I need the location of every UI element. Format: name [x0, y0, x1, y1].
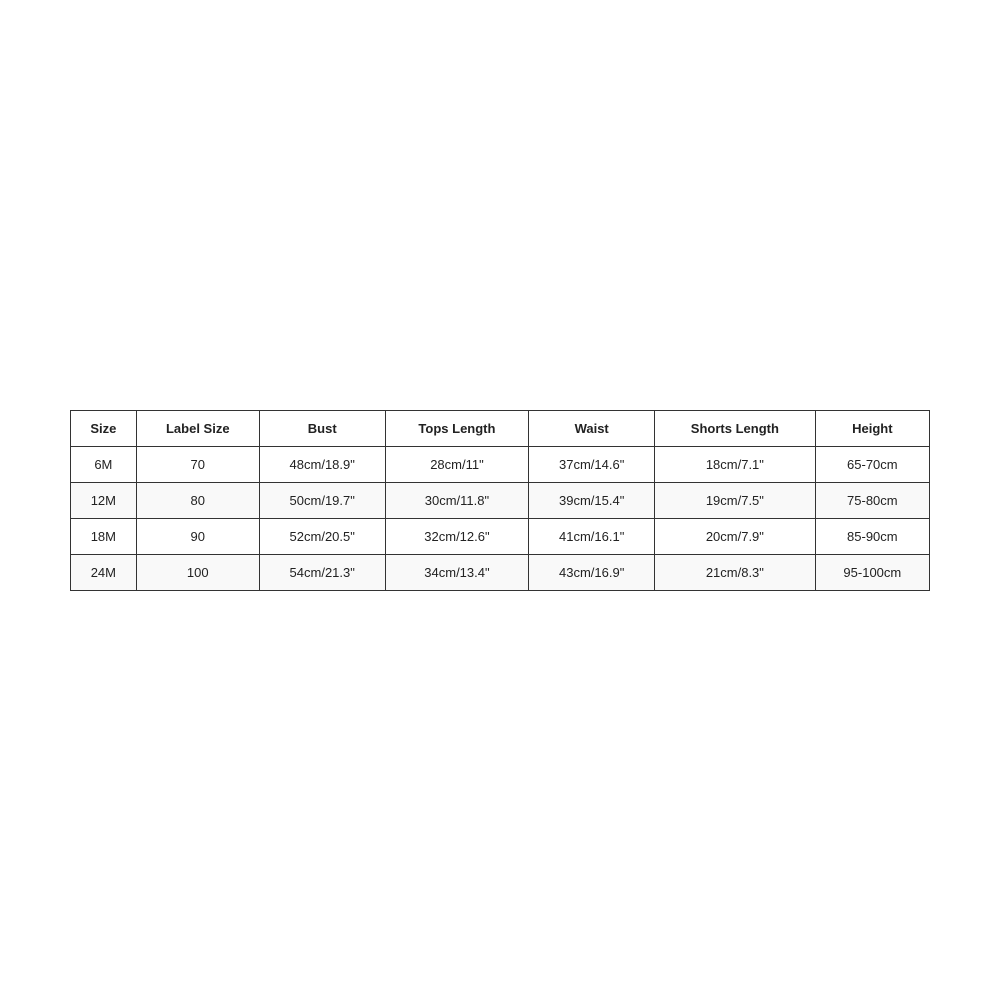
col-header-height: Height — [815, 410, 929, 446]
size-chart-table: Size Label Size Bust Tops Length Waist S… — [70, 410, 930, 591]
col-header-size: Size — [71, 410, 137, 446]
cell-label-size: 100 — [136, 554, 259, 590]
cell-height: 85-90cm — [815, 518, 929, 554]
cell-height: 75-80cm — [815, 482, 929, 518]
cell-label-size: 90 — [136, 518, 259, 554]
cell-size: 12M — [71, 482, 137, 518]
cell-waist: 39cm/15.4" — [529, 482, 655, 518]
col-header-waist: Waist — [529, 410, 655, 446]
col-header-tops-length: Tops Length — [385, 410, 529, 446]
cell-bust: 52cm/20.5" — [259, 518, 385, 554]
cell-tops-length: 32cm/12.6" — [385, 518, 529, 554]
table-row: 18M9052cm/20.5"32cm/12.6"41cm/16.1"20cm/… — [71, 518, 930, 554]
table-row: 6M7048cm/18.9"28cm/11"37cm/14.6"18cm/7.1… — [71, 446, 930, 482]
cell-waist: 37cm/14.6" — [529, 446, 655, 482]
table-row: 24M10054cm/21.3"34cm/13.4"43cm/16.9"21cm… — [71, 554, 930, 590]
cell-waist: 43cm/16.9" — [529, 554, 655, 590]
cell-label-size: 80 — [136, 482, 259, 518]
cell-shorts-length: 18cm/7.1" — [655, 446, 816, 482]
cell-bust: 50cm/19.7" — [259, 482, 385, 518]
size-chart-container: Size Label Size Bust Tops Length Waist S… — [70, 410, 930, 591]
col-header-shorts-length: Shorts Length — [655, 410, 816, 446]
cell-size: 24M — [71, 554, 137, 590]
cell-tops-length: 34cm/13.4" — [385, 554, 529, 590]
table-row: 12M8050cm/19.7"30cm/11.8"39cm/15.4"19cm/… — [71, 482, 930, 518]
cell-shorts-length: 21cm/8.3" — [655, 554, 816, 590]
col-header-bust: Bust — [259, 410, 385, 446]
table-header-row: Size Label Size Bust Tops Length Waist S… — [71, 410, 930, 446]
cell-waist: 41cm/16.1" — [529, 518, 655, 554]
cell-shorts-length: 20cm/7.9" — [655, 518, 816, 554]
cell-tops-length: 28cm/11" — [385, 446, 529, 482]
col-header-label-size: Label Size — [136, 410, 259, 446]
cell-height: 65-70cm — [815, 446, 929, 482]
cell-label-size: 70 — [136, 446, 259, 482]
cell-size: 6M — [71, 446, 137, 482]
cell-shorts-length: 19cm/7.5" — [655, 482, 816, 518]
cell-bust: 48cm/18.9" — [259, 446, 385, 482]
cell-height: 95-100cm — [815, 554, 929, 590]
cell-tops-length: 30cm/11.8" — [385, 482, 529, 518]
cell-size: 18M — [71, 518, 137, 554]
cell-bust: 54cm/21.3" — [259, 554, 385, 590]
